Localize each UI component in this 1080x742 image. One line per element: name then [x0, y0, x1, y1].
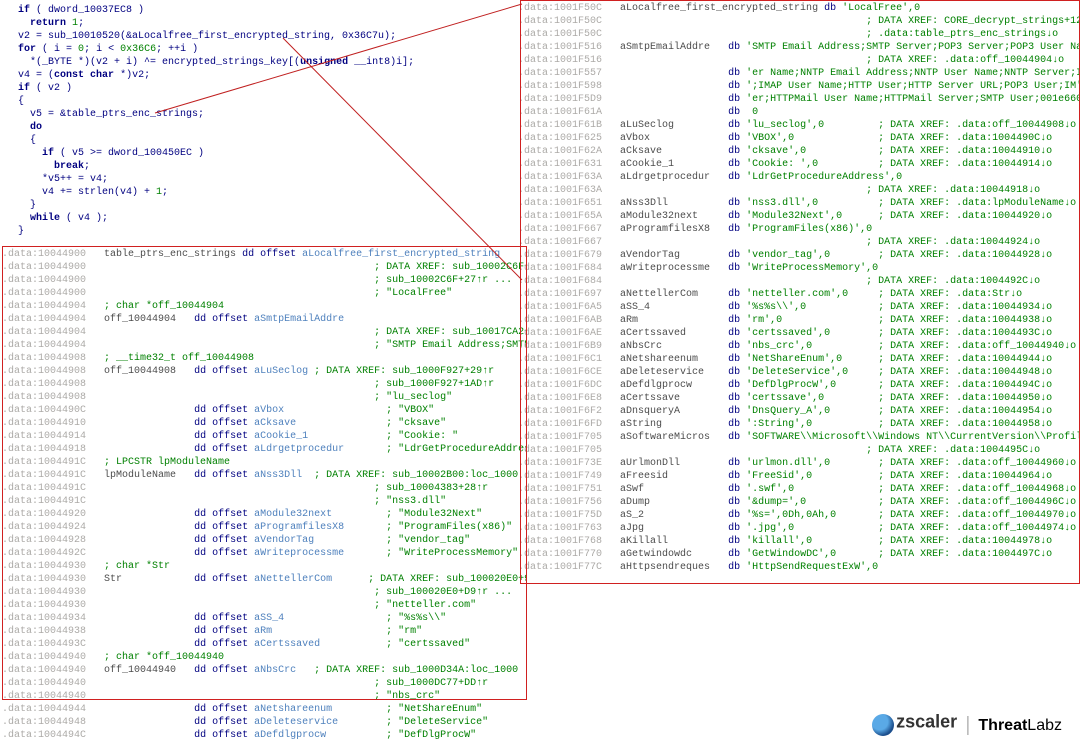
right-data-pane: .data:1001F50C aLocalfree_first_encrypte… — [518, 2, 1080, 574]
left-data-pane: .data:10044900 table_ptrs_enc_strings dd… — [2, 248, 527, 742]
zscaler-logo: zscaler — [872, 714, 957, 736]
logo-area: zscaler | ThreatLabz — [872, 714, 1062, 736]
threatlabz-logo: ThreatLabz — [978, 719, 1062, 732]
logo-divider: | — [965, 719, 970, 732]
pseudocode-pane: if ( dword_10037EC8 ) return 1; v2 = sub… — [6, 4, 526, 238]
globe-icon — [872, 714, 894, 736]
